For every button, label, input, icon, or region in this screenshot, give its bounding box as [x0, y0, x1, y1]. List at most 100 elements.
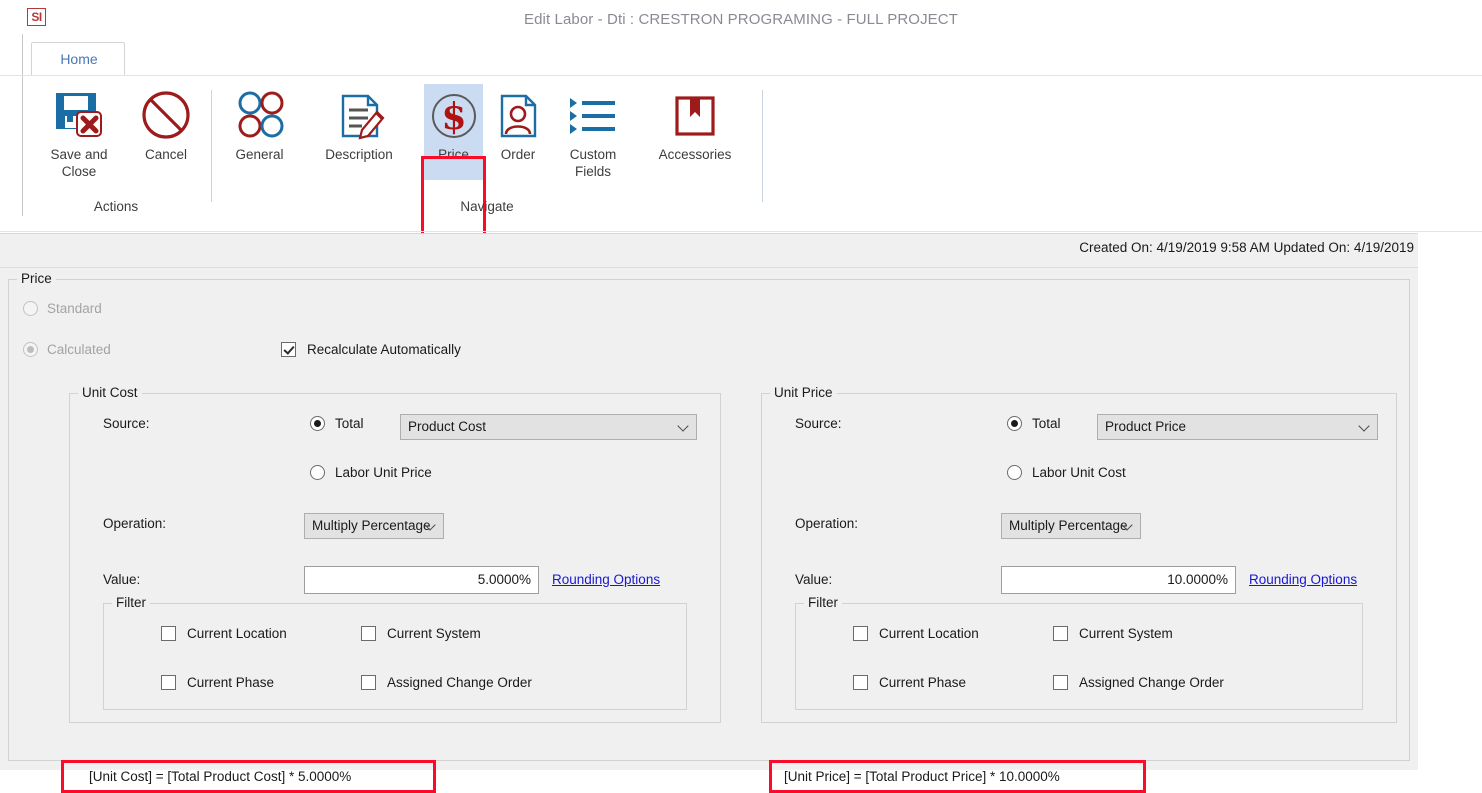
unit-price-operation-dropdown-value: Multiply Percentage [1009, 518, 1128, 533]
ribbon-bottom-rule [0, 231, 1482, 232]
unit-cost-radio-total-label: Total [335, 416, 364, 431]
ribbon-button-custom-fields[interactable]: Custom Fields [553, 84, 633, 204]
ribbon-group-separator-1 [211, 90, 212, 202]
unit-price-filter-checkbox-current-phase[interactable] [853, 675, 868, 690]
unit-cost-filter-checkbox-current-location[interactable] [161, 626, 176, 641]
unit-price-groupbox: Unit Price Source: Total Product Price L… [761, 385, 1397, 723]
unit-price-filter-label-current-phase: Current Phase [879, 675, 967, 690]
unit-cost-value-label: Value: [103, 572, 141, 587]
window-left-rule [22, 34, 23, 42]
ribbon-button-save-and-close-label-line1: Save and [50, 147, 108, 162]
unit-cost-source-dropdown[interactable]: Product Cost [400, 414, 697, 440]
unit-cost-radio-total[interactable] [310, 416, 325, 431]
general-circles-icon [223, 88, 296, 144]
ribbon-button-order[interactable]: Order [488, 84, 548, 184]
description-pencil-icon [301, 88, 417, 144]
unit-price-filter-groupbox: Filter Current Location Current System C… [795, 595, 1363, 710]
meta-rule [0, 267, 1418, 268]
unit-cost-filter-label-current-location: Current Location [187, 626, 287, 641]
save-close-icon [30, 88, 128, 144]
ribbon: Save and Close Cancel General Descriptio… [0, 75, 1482, 258]
ribbon-button-description[interactable]: Description [301, 84, 417, 184]
price-dollar-icon: $ [424, 88, 483, 144]
unit-price-operation-label: Operation: [795, 516, 859, 531]
radio-calculated-label: Calculated [47, 342, 111, 357]
unit-price-radio-total-label: Total [1032, 416, 1061, 431]
ribbon-button-cancel[interactable]: Cancel [130, 84, 202, 184]
unit-price-filter-title: Filter [804, 595, 842, 610]
unit-cost-filter-groupbox: Filter Current Location Current System C… [103, 595, 687, 710]
unit-cost-groupbox-title: Unit Cost [78, 385, 142, 400]
price-groupbox: Price Standard Calculated Recalculate Au… [8, 271, 1410, 793]
ribbon-button-order-label: Order [500, 147, 536, 162]
unit-price-radio-labor-unit-cost-label: Labor Unit Cost [1032, 465, 1126, 480]
ribbon-group-label-actions: Actions [93, 199, 139, 214]
unit-cost-filter-label-current-phase: Current Phase [187, 675, 275, 690]
custom-fields-list-icon [553, 88, 633, 144]
unit-price-value-text: 10.0000% [1167, 572, 1228, 587]
unit-price-source-dropdown-value: Product Price [1105, 419, 1187, 434]
unit-price-radio-total[interactable] [1007, 416, 1022, 431]
unit-cost-filter-checkbox-current-phase[interactable] [161, 675, 176, 690]
ribbon-button-custom-fields-label-line1: Custom [569, 147, 617, 162]
unit-price-source-dropdown[interactable]: Product Price [1097, 414, 1378, 440]
unit-price-filter-checkbox-assigned-change-order[interactable] [1053, 675, 1068, 690]
unit-cost-filter-label-current-system: Current System [387, 626, 481, 641]
ribbon-button-description-label: Description [325, 147, 393, 162]
unit-cost-filter-checkbox-current-system[interactable] [361, 626, 376, 641]
ribbon-button-accessories[interactable]: Accessories [639, 84, 751, 184]
unit-price-source-label: Source: [795, 416, 842, 431]
unit-cost-operation-dropdown[interactable]: Multiply Percentage [304, 513, 444, 539]
unit-price-filter-label-assigned-change-order: Assigned Change Order [1079, 675, 1224, 690]
edit-labor-window: SI Edit Labor - Dti : CRESTRON PROGRAMIN… [0, 0, 1482, 793]
ribbon-tabstrip: Home [0, 42, 1482, 75]
ribbon-button-custom-fields-label-line2: Fields [574, 164, 611, 179]
radio-standard[interactable] [23, 301, 38, 316]
unit-price-formula: [Unit Price] = [Total Product Price] * 1… [784, 769, 1060, 784]
unit-price-filter-checkbox-current-system[interactable] [1053, 626, 1068, 641]
chevron-down-icon [1123, 521, 1132, 530]
radio-calculated[interactable] [23, 342, 38, 357]
chevron-down-icon [426, 521, 435, 530]
ribbon-button-save-and-close[interactable]: Save and Close [30, 84, 128, 204]
checkbox-recalculate-automatically-label: Recalculate Automatically [307, 342, 461, 357]
title-bar: SI Edit Labor - Dti : CRESTRON PROGRAMIN… [0, 0, 1482, 42]
unit-price-operation-dropdown[interactable]: Multiply Percentage [1001, 513, 1141, 539]
cancel-icon [130, 88, 202, 144]
ribbon-left-rule [22, 76, 23, 216]
svg-text:$: $ [441, 96, 466, 138]
unit-cost-filter-label-assigned-change-order: Assigned Change Order [387, 675, 532, 690]
unit-cost-value-text: 5.0000% [477, 572, 531, 587]
record-timestamps: Created On: 4/19/2019 9:58 AM Updated On… [1079, 240, 1414, 255]
order-person-icon [488, 88, 548, 144]
unit-price-groupbox-title: Unit Price [770, 385, 837, 400]
unit-price-filter-label-current-system: Current System [1079, 626, 1173, 641]
tabstrip-divider [22, 42, 23, 75]
unit-price-filter-label-current-location: Current Location [879, 626, 979, 641]
radio-standard-label: Standard [47, 301, 102, 316]
unit-cost-radio-labor-unit-price-label: Labor Unit Price [335, 465, 432, 480]
unit-cost-value-input[interactable]: 5.0000% [304, 566, 539, 594]
ribbon-button-general-label: General [235, 147, 284, 162]
unit-cost-formula: [Unit Cost] = [Total Product Cost] * 5.0… [89, 769, 352, 784]
ribbon-group-label-navigate: Navigate [460, 199, 514, 214]
ribbon-button-general[interactable]: General [223, 84, 296, 184]
unit-price-value-input[interactable]: 10.0000% [1001, 566, 1236, 594]
unit-price-rounding-options-link[interactable]: Rounding Options [1249, 572, 1357, 587]
tab-home[interactable]: Home [31, 42, 125, 75]
ribbon-group-separator-2 [762, 90, 763, 202]
ribbon-button-accessories-label: Accessories [658, 147, 732, 162]
unit-cost-rounding-options-link[interactable]: Rounding Options [552, 572, 660, 587]
unit-cost-radio-labor-unit-price[interactable] [310, 465, 325, 480]
accessories-box-icon [639, 88, 751, 144]
unit-price-filter-checkbox-current-location[interactable] [853, 626, 868, 641]
ribbon-button-price[interactable]: $ Price [424, 84, 483, 180]
chevron-down-icon [679, 422, 688, 431]
ribbon-button-save-and-close-label-line2: Close [61, 164, 97, 179]
unit-price-value-label: Value: [795, 572, 833, 587]
checkbox-recalculate-automatically[interactable] [281, 342, 296, 357]
unit-price-radio-labor-unit-cost[interactable] [1007, 465, 1022, 480]
unit-cost-filter-checkbox-assigned-change-order[interactable] [361, 675, 376, 690]
unit-cost-operation-dropdown-value: Multiply Percentage [312, 518, 431, 533]
window-title: Edit Labor - Dti : CRESTRON PROGRAMING -… [524, 11, 958, 28]
